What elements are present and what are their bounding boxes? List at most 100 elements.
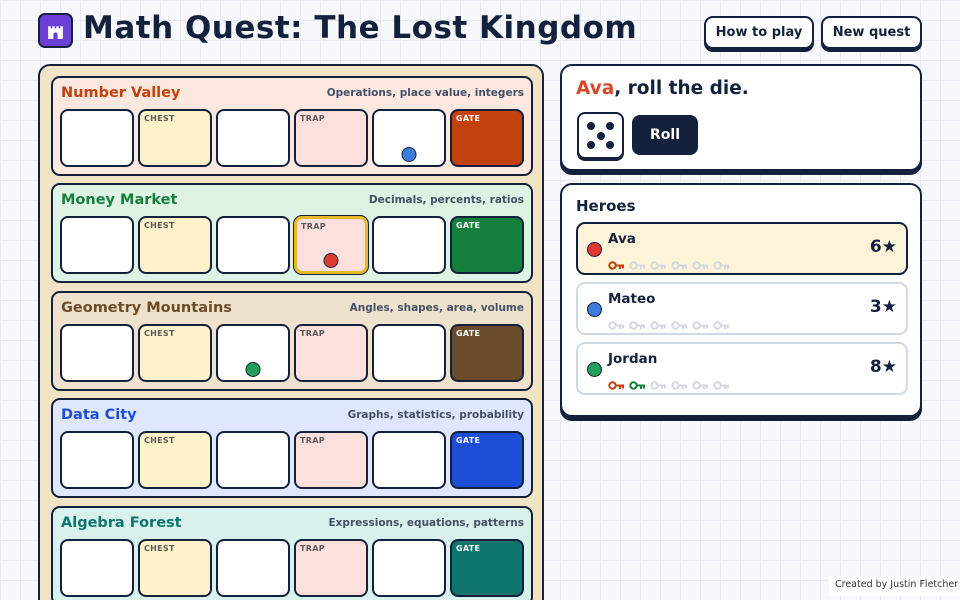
board-tile-plain[interactable] [216,431,290,489]
new-quest-button[interactable]: New quest [821,16,922,49]
region-subtitle: Operations, place value, integers [326,87,524,99]
key-icon [713,255,730,270]
hero-keys [608,255,730,270]
hero-card-jordan[interactable]: Jordan 8★ [576,342,908,395]
board-tile-plain[interactable] [372,539,446,597]
turn-panel: Ava, roll the die. Roll [560,64,922,171]
tile-label: CHEST [144,221,175,230]
key-icon [671,255,688,270]
board-tile-trap[interactable]: TRAP [294,431,368,489]
heroes-panel: Heroes Ava 6★ Mateo 3★ Jordan 8★ [560,183,922,417]
board-tile-chest[interactable]: CHEST [138,109,212,167]
tile-label: CHEST [144,544,175,553]
player-token [401,147,417,162]
region-geometry-mountains: Geometry Mountains Angles, shapes, area, … [51,291,533,391]
board-tile-gate[interactable]: GATE [450,431,524,489]
board-tile-gate[interactable]: GATE [450,539,524,597]
region-subtitle: Decimals, percents, ratios [368,194,524,206]
die-pip [596,131,605,140]
region-name: Money Market [61,192,178,208]
region-name: Data City [61,407,137,423]
die-pip [587,140,596,149]
region-name: Number Valley [61,85,181,101]
board-tile-plain[interactable] [60,324,134,382]
key-icon [650,375,667,390]
hero-stars: 6★ [869,237,897,257]
board-tile-trap[interactable]: TRAP [294,216,368,274]
board-tile-plain[interactable] [60,539,134,597]
region-money-market: Money Market Decimals, percents, ratios CH… [51,183,533,283]
region-number-valley: Number Valley Operations, place value, in… [51,76,533,176]
board-tile-plain[interactable] [216,324,290,382]
region-data-city: Data City Graphs, statistics, probability… [51,398,533,498]
tile-label: CHEST [144,436,175,445]
tile-label: TRAP [301,222,326,231]
turn-instruction: , roll the die. [614,78,749,99]
board-tile-plain[interactable] [216,539,290,597]
board-tile-plain[interactable] [372,431,446,489]
tile-label: TRAP [300,329,325,338]
board-tile-plain[interactable] [372,216,446,274]
hero-stars: 8★ [869,357,897,377]
key-icon [608,375,625,390]
hero-card-ava[interactable]: Ava 6★ [576,222,908,275]
key-icon [629,375,646,390]
board-tile-gate[interactable]: GATE [450,216,524,274]
board-tile-chest[interactable]: CHEST [138,324,212,382]
tile-label: TRAP [300,114,325,123]
hero-keys [608,375,730,390]
key-icon [692,375,709,390]
board-tile-chest[interactable]: CHEST [138,539,212,597]
board-tile-plain[interactable] [372,109,446,167]
die-pip [605,140,614,149]
region-subtitle: Graphs, statistics, probability [347,409,524,421]
board-tile-plain[interactable] [216,216,290,274]
hero-color-dot [587,362,602,377]
tile-label: GATE [456,329,481,338]
hero-stars: 3★ [869,297,897,317]
region-name: Algebra Forest [61,515,182,531]
player-token [323,253,339,268]
board-tile-trap[interactable]: TRAP [294,539,368,597]
die-icon[interactable] [577,112,624,159]
region-algebra-forest: Algebra Forest Expressions, equations, pa… [51,506,533,600]
tile-label: GATE [456,544,481,553]
current-player-name: Ava [576,78,615,99]
player-token [245,362,261,377]
hero-name: Mateo [608,291,656,307]
key-icon [629,255,646,270]
region-subtitle: Angles, shapes, area, volume [349,302,524,314]
key-icon [671,315,688,330]
key-icon [650,255,667,270]
heroes-title: Heroes [576,197,636,215]
board-tile-plain[interactable] [372,324,446,382]
region-subtitle: Expressions, equations, patterns [328,517,524,529]
board-tile-plain[interactable] [60,216,134,274]
hero-name: Jordan [608,351,658,367]
hero-color-dot [587,242,602,257]
hero-card-mateo[interactable]: Mateo 3★ [576,282,908,335]
key-icon [713,315,730,330]
tile-label: TRAP [300,544,325,553]
how-to-play-button[interactable]: How to play [704,16,814,49]
castle-icon [38,13,73,48]
board-tile-trap[interactable]: TRAP [294,324,368,382]
region-name: Geometry Mountains [61,300,232,316]
die-pip [587,122,596,131]
tile-label: GATE [456,221,481,230]
board-tile-gate[interactable]: GATE [450,324,524,382]
board-tile-plain[interactable] [216,109,290,167]
tile-label: GATE [456,436,481,445]
board-tile-gate[interactable]: GATE [450,109,524,167]
key-icon [713,375,730,390]
roll-button[interactable]: Roll [632,115,698,155]
hero-keys [608,315,730,330]
credit-text: Created by Justin Fletcher [829,576,960,596]
board-tile-chest[interactable]: CHEST [138,431,212,489]
key-icon [608,255,625,270]
board-tile-chest[interactable]: CHEST [138,216,212,274]
hero-name: Ava [608,231,636,247]
board-tile-plain[interactable] [60,109,134,167]
board-tile-plain[interactable] [60,431,134,489]
board-tile-trap[interactable]: TRAP [294,109,368,167]
